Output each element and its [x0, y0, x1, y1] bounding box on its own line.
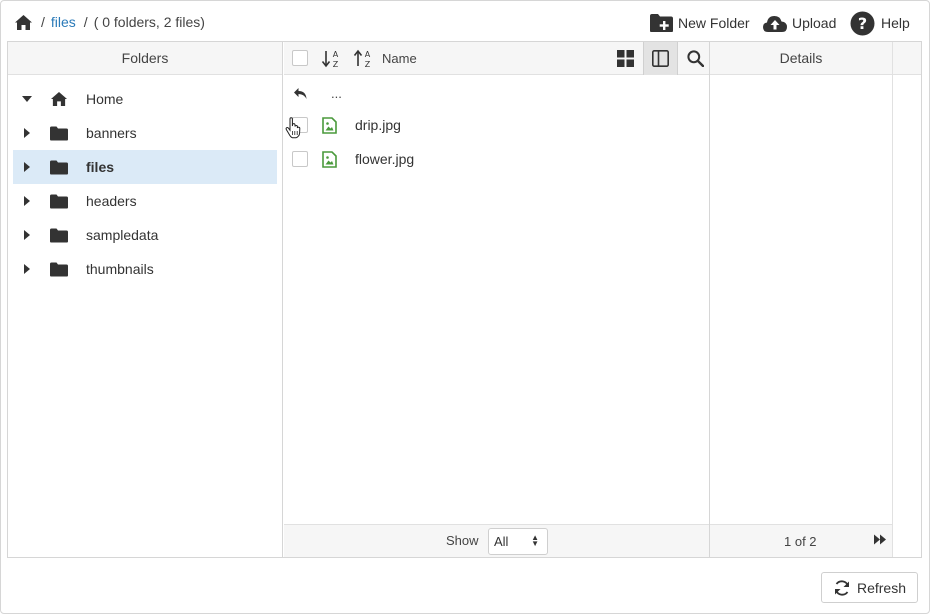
hand-pointer-icon	[285, 117, 303, 142]
page-size-value: All	[494, 534, 509, 549]
tree-item-headers[interactable]: headers	[13, 184, 277, 218]
file-name: flower.jpg	[355, 151, 415, 167]
folder-icon	[50, 126, 72, 141]
name-column-header[interactable]: Name	[382, 51, 417, 66]
cloud-upload-icon	[762, 13, 792, 33]
tree-item-files[interactable]: files	[13, 150, 277, 184]
file-checkbox[interactable]	[292, 151, 308, 167]
tree-item-label: files	[86, 159, 115, 175]
sort-descending-button[interactable]: A Z	[350, 42, 376, 75]
file-row-drip[interactable]: drip.jpg	[284, 110, 709, 140]
file-manager-body: Folders Home banners files headers sampl…	[7, 41, 922, 558]
pager-text: 1 of 2	[784, 534, 817, 549]
caret-right-icon[interactable]	[13, 196, 41, 206]
caret-right-icon[interactable]	[13, 128, 41, 138]
grid-view-button[interactable]	[608, 42, 642, 75]
folder-plus-icon	[649, 13, 678, 33]
details-pane: Details 1 of 2	[709, 42, 892, 557]
caret-right-icon[interactable]	[13, 162, 41, 172]
folders-pane: Folders Home banners files headers sampl…	[8, 42, 283, 557]
grid-view-icon	[616, 50, 634, 67]
help-label: Help	[881, 15, 910, 31]
top-toolbar: / files / ( 0 folders, 2 files) New Fold…	[0, 0, 928, 42]
svg-text:Z: Z	[365, 60, 371, 69]
breadcrumb-current-link[interactable]: files	[51, 14, 76, 30]
refresh-button[interactable]: Refresh	[821, 572, 918, 603]
caret-right-icon[interactable]	[13, 264, 41, 274]
level-up-icon	[293, 87, 308, 100]
caret-right-icon[interactable]	[13, 230, 41, 240]
svg-text:A: A	[365, 50, 371, 59]
parent-folder-row[interactable]: ...	[284, 80, 709, 106]
search-icon	[686, 50, 704, 67]
page-size-select[interactable]: All ▲ ▼	[488, 528, 548, 555]
upload-label: Upload	[792, 15, 837, 31]
details-view-button[interactable]	[643, 42, 678, 75]
tree-item-sampledata[interactable]: sampledata	[13, 218, 277, 252]
refresh-icon	[833, 579, 857, 597]
help-button[interactable]: ? Help	[850, 10, 910, 36]
select-arrows-icon: ▲ ▼	[531, 533, 539, 548]
refresh-label: Refresh	[856, 579, 907, 596]
tree-item-home[interactable]: Home	[13, 82, 277, 116]
breadcrumb: / files / ( 0 folders, 2 files)	[14, 12, 205, 32]
tree-item-label: thumbnails	[86, 261, 154, 277]
search-button[interactable]	[680, 42, 710, 75]
breadcrumb-separator: /	[41, 14, 45, 30]
files-header: A Z A Z Name	[284, 42, 709, 75]
folder-icon	[50, 262, 72, 277]
tree-item-label: banners	[86, 125, 137, 141]
sort-ascending-button[interactable]: A Z	[318, 42, 344, 75]
svg-text:A: A	[333, 50, 339, 59]
folder-icon	[50, 228, 72, 243]
new-folder-button[interactable]: New Folder	[649, 10, 750, 36]
tree-item-label: Home	[86, 91, 124, 107]
help-circle-icon: ?	[850, 11, 879, 36]
tree-item-label: headers	[86, 193, 137, 209]
sort-alpha-up-icon: A Z	[353, 49, 373, 69]
image-file-icon	[322, 116, 337, 134]
right-scroll-strip	[892, 42, 921, 557]
details-footer: 1 of 2	[710, 524, 892, 557]
folder-icon	[50, 160, 72, 175]
sort-alpha-down-icon: A Z	[321, 49, 341, 69]
right-strip-header	[893, 42, 921, 75]
tree-item-thumbnails[interactable]: thumbnails	[13, 252, 277, 286]
file-name: drip.jpg	[355, 117, 401, 133]
tree-item-label: sampledata	[86, 227, 159, 243]
folder-icon	[50, 194, 72, 209]
folders-header: Folders	[8, 42, 282, 75]
files-footer: Show All ▲ ▼	[284, 524, 709, 557]
home-icon[interactable]	[14, 14, 33, 31]
home-icon	[50, 91, 72, 107]
next-page-button[interactable]	[874, 534, 887, 545]
parent-folder-label: ...	[331, 85, 342, 101]
files-pane: A Z A Z Name ... drip.jpg flower.jpg Sho…	[284, 42, 709, 557]
fast-forward-icon	[874, 534, 887, 545]
breadcrumb-separator: /	[83, 14, 88, 30]
image-file-icon	[322, 150, 337, 168]
upload-button[interactable]: Upload	[762, 10, 836, 36]
details-header: Details	[710, 42, 892, 75]
caret-down-icon[interactable]	[13, 96, 41, 102]
svg-text:Z: Z	[333, 60, 339, 69]
select-all-checkbox[interactable]	[292, 50, 308, 66]
new-folder-label: New Folder	[678, 15, 750, 31]
tree-item-banners[interactable]: banners	[13, 116, 277, 150]
show-label: Show	[446, 533, 479, 548]
file-row-flower[interactable]: flower.jpg	[284, 144, 709, 174]
svg-text:?: ?	[858, 14, 867, 33]
breadcrumb-summary: ( 0 folders, 2 files)	[93, 14, 205, 30]
split-view-icon	[652, 50, 669, 67]
